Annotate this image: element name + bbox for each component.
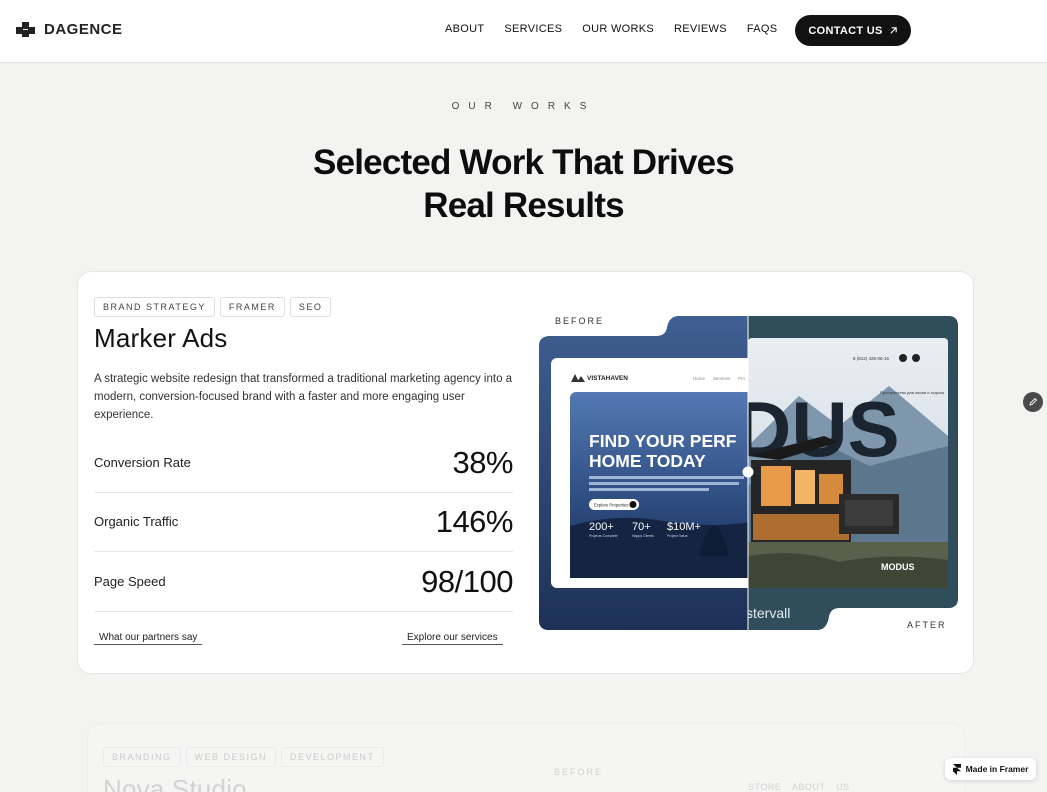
- metric-row: Page Speed 98/100: [94, 554, 513, 612]
- contact-us-button[interactable]: CONTACT US: [795, 15, 911, 46]
- metric-value: 98/100: [421, 564, 513, 599]
- next-project-tags: BRANDING WEB DESIGN DEVELOPMENT: [103, 747, 384, 767]
- svg-text:Services: Services: [713, 376, 731, 381]
- next-project-card: BRANDING WEB DESIGN DEVELOPMENT Nova Stu…: [87, 723, 965, 792]
- svg-text:$10M+: $10M+: [667, 521, 701, 533]
- svg-text:Project Value: Project Value: [667, 534, 688, 538]
- svg-text:DUS: DUS: [735, 385, 900, 473]
- comparison-graphic: VISTAHAVEN Home Services Pro FIND YOUR P…: [539, 316, 958, 630]
- edit-icon[interactable]: [1023, 392, 1043, 412]
- section-title-line-2: Real Results: [423, 186, 624, 225]
- metric-row: Conversion Rate 38%: [94, 435, 513, 493]
- made-in-framer-label: Made in Framer: [965, 764, 1029, 774]
- tag-development: DEVELOPMENT: [281, 747, 384, 767]
- svg-text:stervall: stervall: [746, 605, 790, 621]
- svg-text:8 (812) 426-06-16: 8 (812) 426-06-16: [853, 356, 890, 361]
- tag-seo: SEO: [289, 297, 332, 317]
- svg-text:FIND YOUR PERF: FIND YOUR PERF: [589, 431, 737, 451]
- svg-text:Happy Clients: Happy Clients: [632, 534, 654, 538]
- section-eyebrow: OUR WORKS: [451, 101, 596, 112]
- tag-framer: FRAMER: [219, 297, 285, 317]
- nav-link-faqs[interactable]: FAQS: [747, 23, 778, 35]
- svg-text:VISTAHAVEN: VISTAHAVEN: [587, 375, 628, 382]
- framer-logo-icon: [952, 763, 961, 775]
- nav-links: ABOUT SERVICES OUR WORKS REVIEWS FAQS: [445, 23, 777, 35]
- section-title-line-1: Selected Work That Drives: [313, 143, 735, 182]
- pencil-icon: [1029, 397, 1038, 406]
- services-link[interactable]: Explore our services: [402, 632, 503, 645]
- partners-link[interactable]: What our partners say: [94, 632, 203, 645]
- logo[interactable]: DAGENCE: [16, 21, 123, 38]
- project-name: Marker Ads: [94, 323, 228, 353]
- nav-link-services[interactable]: SERVICES: [504, 23, 562, 35]
- section-title: Selected Work That Drives Real Results: [0, 141, 1047, 227]
- nav-link-our-works[interactable]: OUR WORKS: [582, 23, 654, 35]
- svg-text:Pro: Pro: [738, 376, 746, 381]
- svg-text:MODUS: MODUS: [881, 562, 915, 572]
- logo-icon: [16, 21, 38, 38]
- project-tags: BRAND STRATEGY FRAMER SEO: [94, 297, 332, 317]
- arrow-up-right-icon: [890, 27, 897, 34]
- svg-text:Home: Home: [693, 376, 706, 381]
- project-description: A strategic website redesign that transf…: [94, 373, 513, 421]
- tag-web-design: WEB DESIGN: [185, 747, 277, 767]
- project-card: BRAND STRATEGY FRAMER SEO Marker Ads A s…: [77, 271, 974, 674]
- tag-brand-strategy: BRAND STRATEGY: [94, 297, 215, 317]
- metric-label: Page Speed: [94, 574, 166, 589]
- metric-label: Conversion Rate: [94, 455, 191, 470]
- logo-text: DAGENCE: [44, 21, 123, 38]
- top-nav: DAGENCE ABOUT SERVICES OUR WORKS REVIEWS…: [0, 0, 1047, 63]
- contact-us-label: CONTACT US: [808, 24, 883, 37]
- metric-value: 38%: [452, 445, 513, 480]
- nav-link-about[interactable]: ABOUT: [445, 23, 484, 35]
- svg-text:70+: 70+: [632, 521, 651, 533]
- made-in-framer-badge[interactable]: Made in Framer: [945, 758, 1036, 780]
- next-project-name: Nova Studio: [103, 774, 247, 792]
- metric-value: 146%: [435, 504, 514, 539]
- tag-branding: BRANDING: [103, 747, 181, 767]
- svg-text:200+: 200+: [589, 521, 614, 533]
- metric-label: Organic Traffic: [94, 514, 179, 529]
- next-nav-peek: STORE ABOUT US: [748, 782, 850, 792]
- metric-row: Organic Traffic 146%: [94, 494, 514, 552]
- next-before-label: BEFORE: [554, 767, 604, 777]
- nav-link-reviews[interactable]: REVIEWS: [674, 23, 727, 35]
- svg-text:Projects Complete: Projects Complete: [589, 534, 618, 538]
- svg-text:HOME TODAY: HOME TODAY: [589, 451, 706, 471]
- before-after-comparison[interactable]: VISTAHAVEN Home Services Pro FIND YOUR P…: [539, 316, 958, 630]
- svg-text:Explore Properties: Explore Properties: [594, 503, 628, 508]
